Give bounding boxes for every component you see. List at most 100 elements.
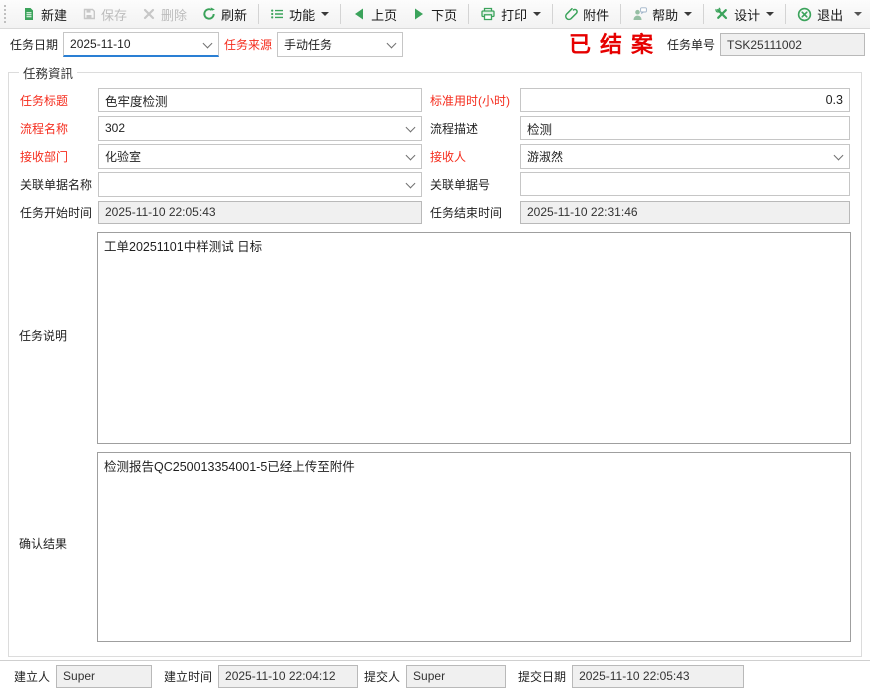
toolbar-grip[interactable] (4, 5, 9, 23)
recv-dept-value: 化验室 (105, 148, 141, 165)
flow-name-value: 302 (105, 121, 125, 135)
task-desc-label: 任务说明 (19, 327, 97, 344)
create-time-label: 建立时间 (164, 668, 212, 685)
task-desc-textarea[interactable]: 工单20251101中样测试 日标 (97, 232, 851, 444)
delete-button[interactable]: 删除 (135, 2, 194, 27)
next-page-button[interactable]: 下页 (405, 2, 464, 27)
exit-button[interactable]: 退出 (790, 2, 850, 27)
button-label: 帮助 (652, 5, 678, 24)
recv-dept-combobox[interactable]: 化验室 (98, 144, 422, 169)
form-row: 任务开始时间 2025-11-10 22:05:43 任务结束时间 2025-1… (19, 198, 851, 226)
flow-desc-input[interactable] (520, 116, 850, 140)
start-time-field: 2025-11-10 22:05:43 (98, 201, 422, 224)
creator-field: Super (56, 665, 152, 688)
next-page-icon (412, 7, 426, 21)
button-label: 保存 (101, 5, 127, 24)
flow-name-combobox[interactable]: 302 (98, 116, 422, 141)
task-date-label: 任务日期 (10, 36, 58, 53)
save-button[interactable]: 保存 (75, 2, 134, 27)
help-icon (632, 7, 647, 21)
print-button[interactable]: 打印 (473, 2, 548, 27)
paperclip-icon (564, 7, 578, 21)
toolbar-separator (258, 4, 259, 24)
create-time-value: 2025-11-10 22:04:12 (225, 669, 336, 683)
end-time-label: 任务结束时间 (430, 204, 520, 221)
task-title-label: 任务标题 (20, 92, 98, 109)
task-no-label: 任务单号 (667, 36, 715, 53)
button-label: 设计 (734, 5, 760, 24)
end-time-field: 2025-11-10 22:31:46 (520, 201, 850, 224)
task-desc-row: 任务说明 工单20251101中样测试 日标 (19, 226, 851, 444)
rel-doc-no-input[interactable] (520, 172, 850, 196)
task-info-groupbox: 任務資訊 任务标题 标准用时(小时) 流程名称 302 流程描述 接收部门 化验… (8, 63, 862, 657)
refresh-icon (202, 7, 216, 21)
design-button[interactable]: 设计 (708, 2, 781, 27)
button-label: 打印 (501, 5, 527, 24)
toolbar-overflow-icon[interactable] (854, 12, 862, 16)
menu-list-icon (270, 7, 284, 21)
chevron-down-icon (834, 150, 844, 160)
flow-desc-label: 流程描述 (430, 120, 520, 137)
refresh-button[interactable]: 刷新 (195, 2, 254, 27)
confirm-result-row: 确认结果 检测报告QC250013354001-5已经上传至附件 (19, 444, 851, 642)
creator-value: Super (63, 669, 95, 683)
form-row: 接收部门 化验室 接收人 游淑然 (19, 142, 851, 170)
task-date-combobox[interactable]: 2025-11-10 (63, 32, 219, 57)
toolbar-separator (468, 4, 469, 24)
task-title-input[interactable] (98, 88, 422, 112)
new-document-icon (22, 7, 36, 21)
form-row: 关联单据名称 关联单据号 (19, 170, 851, 198)
exit-icon (797, 7, 812, 22)
new-button[interactable]: 新建 (15, 2, 74, 27)
receiver-value: 游淑然 (527, 148, 563, 165)
submitter-label: 提交人 (364, 668, 400, 685)
toolbar-separator (552, 4, 553, 24)
chevron-down-icon (406, 150, 416, 160)
submit-date-field: 2025-11-10 22:05:43 (572, 665, 744, 688)
receiver-combobox[interactable]: 游淑然 (520, 144, 850, 169)
start-time-value: 2025-11-10 22:05:43 (105, 205, 216, 219)
prev-page-button[interactable]: 上页 (345, 2, 404, 27)
form-row: 流程名称 302 流程描述 (19, 114, 851, 142)
toolbar: 新建 保存 删除 刷新 功能 上页 下 (0, 0, 870, 29)
recv-dept-label: 接收部门 (20, 148, 98, 165)
header-filter-row: 任务日期 2025-11-10 任务来源 手动任务 已结案 任务单号 TSK25… (0, 29, 870, 60)
task-source-value: 手动任务 (284, 36, 332, 53)
submitter-field: Super (406, 665, 506, 688)
toolbar-separator (703, 4, 704, 24)
end-time-value: 2025-11-10 22:31:46 (527, 205, 638, 219)
printer-icon (480, 7, 496, 21)
button-label: 下页 (431, 5, 457, 24)
toolbar-separator (620, 4, 621, 24)
chevron-down-icon (203, 39, 213, 49)
submitter-value: Super (413, 669, 445, 683)
start-time-label: 任务开始时间 (20, 204, 98, 221)
task-no-value: TSK25111002 (727, 38, 802, 52)
toolbar-separator (340, 4, 341, 24)
functions-button[interactable]: 功能 (263, 2, 336, 27)
rel-doc-name-combobox[interactable] (98, 172, 422, 197)
creator-label: 建立人 (14, 668, 50, 685)
help-button[interactable]: 帮助 (625, 2, 699, 27)
toolbar-separator (785, 4, 786, 24)
caret-down-icon (684, 12, 692, 16)
chevron-down-icon (406, 122, 416, 132)
delete-icon (142, 7, 156, 21)
button-label: 上页 (371, 5, 397, 24)
attachment-button[interactable]: 附件 (557, 2, 616, 27)
button-label: 刷新 (221, 5, 247, 24)
rel-doc-no-label: 关联单据号 (430, 176, 520, 193)
chevron-down-icon (387, 39, 397, 49)
task-source-combobox[interactable]: 手动任务 (277, 32, 403, 57)
task-source-label: 任务来源 (224, 36, 272, 53)
design-tools-icon (715, 7, 729, 21)
caret-down-icon (766, 12, 774, 16)
prev-page-icon (352, 7, 366, 21)
button-label: 新建 (41, 5, 67, 24)
confirm-result-textarea[interactable]: 检测报告QC250013354001-5已经上传至附件 (97, 452, 851, 642)
task-no-field: TSK25111002 (720, 33, 865, 56)
statusbar: 建立人 Super 建立时间 2025-11-10 22:04:12 提交人 S… (0, 660, 870, 691)
std-hours-input[interactable] (520, 88, 850, 112)
submit-date-label: 提交日期 (518, 668, 566, 685)
task-date-value: 2025-11-10 (70, 37, 131, 51)
